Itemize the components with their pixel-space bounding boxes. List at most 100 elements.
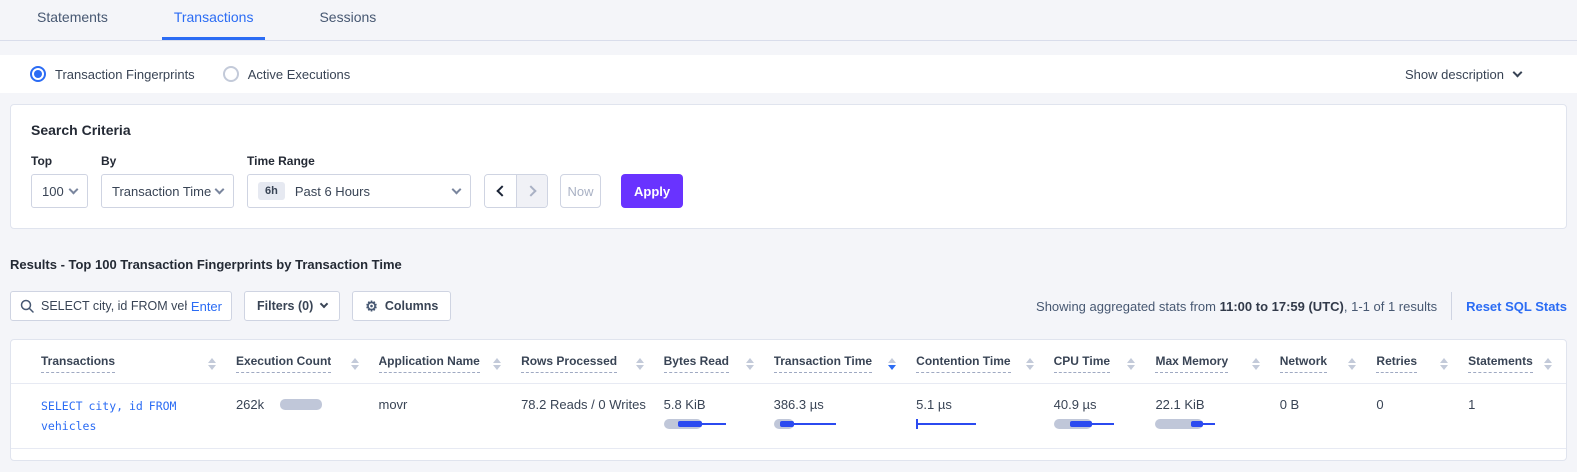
sort-icon[interactable]: [1536, 358, 1552, 370]
radio-transaction-fingerprints[interactable]: Transaction Fingerprints: [30, 66, 195, 82]
time-range-group: Time Range 6h Past 6 Hours: [247, 154, 471, 208]
next-time-window-button[interactable]: [516, 175, 547, 207]
chevron-down-icon: [452, 184, 462, 194]
search-icon: [20, 299, 34, 313]
show-description-toggle[interactable]: Show description: [1405, 67, 1521, 82]
filters-label: Filters (0): [257, 299, 313, 313]
cell-statements: 1: [1462, 384, 1566, 449]
by-group: By Transaction Time: [101, 154, 234, 208]
col-max-memory[interactable]: Max Memory: [1149, 340, 1273, 384]
results-controls: Enter Filters (0) ⚙ Columns Showing aggr…: [10, 291, 1567, 321]
results-heading: Results - Top 100 Transaction Fingerprin…: [10, 257, 1567, 272]
col-cpu-time[interactable]: CPU Time: [1048, 340, 1150, 384]
by-label: By: [101, 154, 234, 168]
col-retries[interactable]: Retries: [1370, 340, 1462, 384]
search-criteria-card: Search Criteria Top 100 By Transaction T…: [10, 104, 1567, 229]
table-header-row: Transactions Execution Count Application…: [11, 340, 1566, 384]
reset-sql-stats-link[interactable]: Reset SQL Stats: [1466, 299, 1567, 314]
sort-icon[interactable]: [738, 358, 754, 370]
max-memory-bar: [1155, 418, 1267, 430]
vertical-divider: [1451, 292, 1452, 320]
tab-statements[interactable]: Statements: [25, 9, 120, 40]
radio-label: Transaction Fingerprints: [55, 67, 195, 82]
top-select[interactable]: 100: [31, 174, 88, 208]
results-table-card: Transactions Execution Count Application…: [10, 339, 1567, 461]
transaction-fingerprint-link[interactable]: SELECT city, id FROM vehicles: [41, 397, 201, 436]
sort-icon[interactable]: [200, 358, 216, 370]
cell-bytes-read: 5.8 KiB: [658, 384, 768, 449]
transactions-table: Transactions Execution Count Application…: [11, 340, 1566, 449]
radio-selected-icon[interactable]: [30, 66, 46, 82]
view-toggle-band: Transaction Fingerprints Active Executio…: [0, 55, 1577, 93]
sort-icon[interactable]: [628, 358, 644, 370]
tab-transactions[interactable]: Transactions: [162, 9, 266, 40]
execution-count-bar: [280, 399, 322, 410]
cell-network: 0 B: [1274, 384, 1371, 449]
cell-application-name: movr: [373, 384, 516, 449]
cell-rows-processed: 78.2 Reads / 0 Writes: [515, 384, 658, 449]
sort-icon[interactable]: [1244, 358, 1260, 370]
cell-contention-time: 5.1 µs: [910, 384, 1047, 449]
now-button[interactable]: Now: [560, 174, 601, 208]
sort-icon[interactable]: [1119, 358, 1135, 370]
gear-icon: ⚙: [365, 299, 378, 313]
col-bytes-read[interactable]: Bytes Read: [658, 340, 768, 384]
search-criteria-title: Search Criteria: [31, 122, 1546, 138]
search-enter-button[interactable]: Enter: [191, 299, 222, 314]
col-statements[interactable]: Statements: [1462, 340, 1566, 384]
col-application-name[interactable]: Application Name: [373, 340, 516, 384]
radio-label: Active Executions: [248, 67, 351, 82]
radio-active-executions[interactable]: Active Executions: [223, 66, 351, 82]
time-range-value: Past 6 Hours: [295, 184, 370, 199]
chevron-down-icon: [320, 300, 328, 308]
time-range-label: Time Range: [247, 154, 471, 168]
col-network[interactable]: Network: [1274, 340, 1371, 384]
tab-sessions[interactable]: Sessions: [307, 9, 388, 40]
chevron-right-icon: [525, 185, 536, 196]
chevron-down-icon: [1513, 67, 1523, 77]
sort-icon-active-desc[interactable]: [880, 358, 896, 370]
sort-icon[interactable]: [1018, 358, 1034, 370]
sort-icon[interactable]: [1340, 358, 1356, 370]
table-row: SELECT city, id FROM vehicles 262k movr …: [11, 384, 1566, 449]
page-tabs: Statements Transactions Sessions: [0, 0, 1577, 41]
contention-time-bar: [916, 418, 1041, 430]
stats-time-range: 11:00 to 17:59 (UTC): [1220, 299, 1344, 314]
time-range-select[interactable]: 6h Past 6 Hours: [247, 174, 471, 208]
sort-icon[interactable]: [1432, 358, 1448, 370]
search-input[interactable]: [41, 299, 187, 313]
col-execution-count[interactable]: Execution Count: [230, 340, 373, 384]
columns-button[interactable]: ⚙ Columns: [352, 291, 451, 321]
transaction-time-bar: [774, 418, 905, 430]
show-description-label: Show description: [1405, 67, 1504, 82]
aggregated-stats-text: Showing aggregated stats from 11:00 to 1…: [1036, 299, 1437, 314]
by-select[interactable]: Transaction Time: [101, 174, 234, 208]
time-range-badge: 6h: [258, 182, 285, 200]
col-rows-processed[interactable]: Rows Processed: [515, 340, 658, 384]
col-transactions[interactable]: Transactions: [11, 340, 230, 384]
cell-retries: 0: [1370, 384, 1462, 449]
col-contention-time[interactable]: Contention Time: [910, 340, 1047, 384]
previous-time-window-button[interactable]: [485, 175, 516, 207]
time-window-pager: [484, 174, 548, 208]
chevron-left-icon: [496, 185, 507, 196]
apply-button[interactable]: Apply: [621, 174, 683, 208]
top-group: Top 100: [31, 154, 88, 208]
cell-max-memory: 22.1 KiB: [1149, 384, 1273, 449]
top-label: Top: [31, 154, 88, 168]
radio-unselected-icon[interactable]: [223, 66, 239, 82]
cell-execution-count: 262k: [230, 384, 373, 449]
search-box[interactable]: Enter: [10, 291, 232, 321]
filters-button[interactable]: Filters (0): [244, 291, 340, 321]
top-value: 100: [42, 184, 64, 199]
cell-cpu-time: 40.9 µs: [1048, 384, 1150, 449]
sort-icon[interactable]: [485, 358, 501, 370]
chevron-down-icon: [215, 184, 225, 194]
col-transaction-time[interactable]: Transaction Time: [768, 340, 911, 384]
chevron-down-icon: [69, 184, 79, 194]
columns-label: Columns: [385, 299, 438, 313]
bytes-read-bar: [664, 418, 762, 430]
cpu-time-bar: [1054, 418, 1144, 430]
sort-icon[interactable]: [343, 358, 359, 370]
by-value: Transaction Time: [112, 184, 211, 199]
